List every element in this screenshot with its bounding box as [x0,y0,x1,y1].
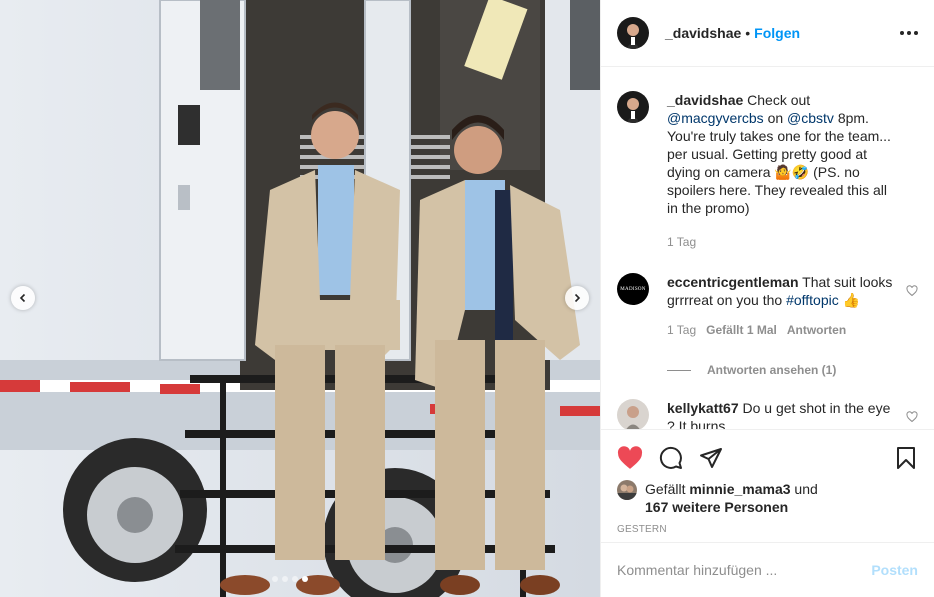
carousel-dot-active [302,576,308,582]
likes-mid: und [790,481,818,497]
caption-username[interactable]: _davidshae [667,92,743,108]
photo-image [0,0,600,597]
more-options-icon[interactable] [900,31,918,35]
chevron-right-icon [574,293,581,303]
likes-prefix: Gefällt [645,481,690,497]
comment-username[interactable]: kellykatt67 [667,400,739,416]
action-bar: Gefällt minnie_mama3 und 167 weitere Per… [601,429,934,542]
caption: _davidshae Check out @macgyvercbs on @cb… [617,91,918,251]
comment-icon [659,446,682,469]
like-button[interactable] [617,446,643,470]
liker-username[interactable]: minnie_mama3 [689,481,790,497]
likes-summary: Gefällt minnie_mama3 und 167 weitere Per… [617,480,918,516]
comment-input[interactable] [617,562,872,578]
add-comment-bar: Posten [601,542,934,597]
comment-body: eccentricgentleman That suit looks grrrr… [667,273,897,339]
post-date[interactable]: GESTERN [617,524,918,535]
view-replies-button[interactable]: Antworten ansehen (1) [667,363,918,377]
comment-like-count[interactable]: Gefällt 1 Mal [706,321,777,339]
send-icon [700,448,722,468]
divider-line [667,369,691,371]
comment-timestamp[interactable]: 1 Tag [667,321,696,339]
post-username[interactable]: _davidshae [665,25,741,41]
share-button[interactable] [699,446,723,470]
comment-button[interactable] [659,446,683,470]
comment-meta: 1 Tag Gefällt 1 Mal Antworten [667,321,897,339]
comment-item: kellykatt67 Do u get shot in the eye ? I… [617,399,918,429]
mention-link[interactable]: @macgyvercbs [667,110,764,126]
profile-picture [617,399,649,429]
carousel-dot [292,576,298,582]
comment-username[interactable]: eccentricgentleman [667,274,799,290]
likes-others-link[interactable]: 167 weitere Personen [645,499,788,515]
mention-link[interactable]: @cbstv [787,110,834,126]
action-icons [617,438,918,478]
avatar-logo-text: MADISON [620,286,646,292]
post-side-panel: _davidshae • Folgen _davidshae Check out… [600,0,934,597]
profile-picture [617,91,649,123]
comment-emoji: 👍 [838,292,861,308]
avatar[interactable] [617,399,649,429]
profile-picture [617,480,637,500]
likes-text: Gefällt minnie_mama3 und 167 weitere Per… [645,480,818,516]
heart-outline-icon[interactable] [906,285,918,297]
follow-button[interactable]: Folgen [754,25,800,41]
header-separator: • [745,25,751,41]
comments-list: _davidshae Check out @macgyvercbs on @cb… [601,67,934,429]
avatar[interactable] [617,17,649,49]
post-comment-button[interactable]: Posten [871,562,918,578]
caption-meta: 1 Tag [667,233,897,251]
carousel-dot [282,576,288,582]
caption-timestamp[interactable]: 1 Tag [667,233,696,251]
heart-filled-icon [617,446,643,469]
post-header: _davidshae • Folgen [601,0,934,67]
save-button[interactable] [894,446,918,470]
comment-item: MADISON eccentricgentleman That suit loo… [617,273,918,339]
bookmark-icon [897,447,915,469]
hashtag-link[interactable]: #offtopic [786,292,839,308]
heart-outline-icon[interactable] [906,411,918,423]
avatar[interactable]: MADISON [617,273,649,305]
caption-text: on [763,110,788,126]
caption-body: _davidshae Check out @macgyvercbs on @cb… [667,91,897,251]
previous-slide-button[interactable] [11,286,35,310]
post-photo[interactable] [0,0,600,597]
avatar[interactable] [617,480,637,500]
caption-text: Check out [743,92,811,108]
carousel-dot [272,576,278,582]
next-slide-button[interactable] [565,286,589,310]
view-replies-label: Antworten ansehen (1) [707,363,837,377]
comment-body: kellykatt67 Do u get shot in the eye ? I… [667,399,897,429]
reply-button[interactable]: Antworten [787,321,846,339]
carousel-indicator [272,576,308,582]
profile-picture [617,17,649,49]
post-modal: _davidshae • Folgen _davidshae Check out… [0,0,934,597]
chevron-left-icon [19,293,26,303]
avatar[interactable] [617,91,649,123]
